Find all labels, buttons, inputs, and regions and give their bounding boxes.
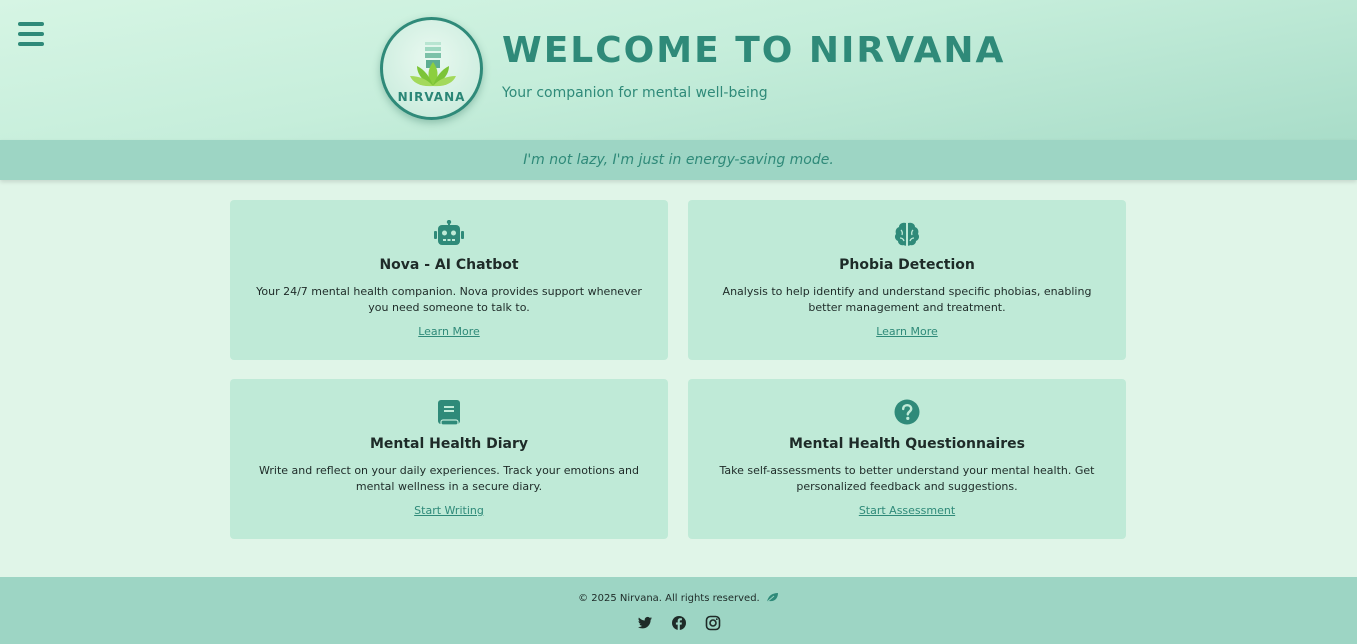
start-assessment-link[interactable]: Start Assessment	[688, 504, 1126, 517]
card-phobia-detection: Phobia Detection Analysis to help identi…	[688, 200, 1126, 360]
page-subtitle: Your companion for mental well-being	[502, 85, 768, 101]
card-description: Write and reflect on your daily experien…	[258, 464, 639, 493]
start-writing-link[interactable]: Start Writing	[230, 504, 668, 517]
instagram-icon[interactable]	[705, 615, 721, 631]
card-mental-health-diary: Mental Health Diary Write and reflect on…	[230, 379, 668, 539]
page-title: WELCOME TO NIRVANA	[502, 30, 1006, 71]
card-description: Take self-assessments to better understa…	[719, 464, 1095, 493]
footer: © 2025 Nirvana. All rights reserved.	[0, 577, 1357, 644]
learn-more-link[interactable]: Learn More	[230, 325, 668, 338]
card-nova-chatbot: Nova - AI Chatbot Your 24/7 mental healt…	[230, 200, 668, 360]
card-description: Analysis to help identify and understand…	[722, 285, 1092, 314]
copyright-text: © 2025 Nirvana. All rights reserved.	[578, 593, 760, 604]
quote-banner: I'm not lazy, I'm just in energy-saving …	[0, 140, 1357, 180]
card-description: Your 24/7 mental health companion. Nova …	[256, 285, 642, 314]
learn-more-link[interactable]: Learn More	[688, 325, 1126, 338]
card-title: Mental Health Diary	[369, 436, 529, 452]
card-title: Mental Health Questionnaires	[789, 436, 1025, 452]
leaf-icon	[766, 593, 778, 603]
question-circle-icon	[688, 399, 1126, 427]
card-questionnaires: Mental Health Questionnaires Take self-a…	[688, 379, 1126, 539]
nirvana-logo: NIRVANA	[380, 17, 483, 120]
card-title: Phobia Detection	[839, 257, 975, 273]
book-icon	[230, 399, 668, 427]
header: NIRVANA WELCOME TO NIRVANA Your companio…	[0, 0, 1357, 140]
brain-icon	[688, 220, 1126, 248]
copyright-line: © 2025 Nirvana. All rights reserved.	[0, 592, 1357, 604]
twitter-icon[interactable]	[637, 615, 653, 631]
robot-icon	[230, 220, 668, 248]
facebook-icon[interactable]	[671, 615, 687, 631]
card-title: Nova - AI Chatbot	[379, 257, 519, 273]
logo-text: NIRVANA	[397, 90, 466, 104]
hamburger-menu-icon[interactable]	[18, 22, 44, 46]
social-links	[0, 615, 1357, 631]
